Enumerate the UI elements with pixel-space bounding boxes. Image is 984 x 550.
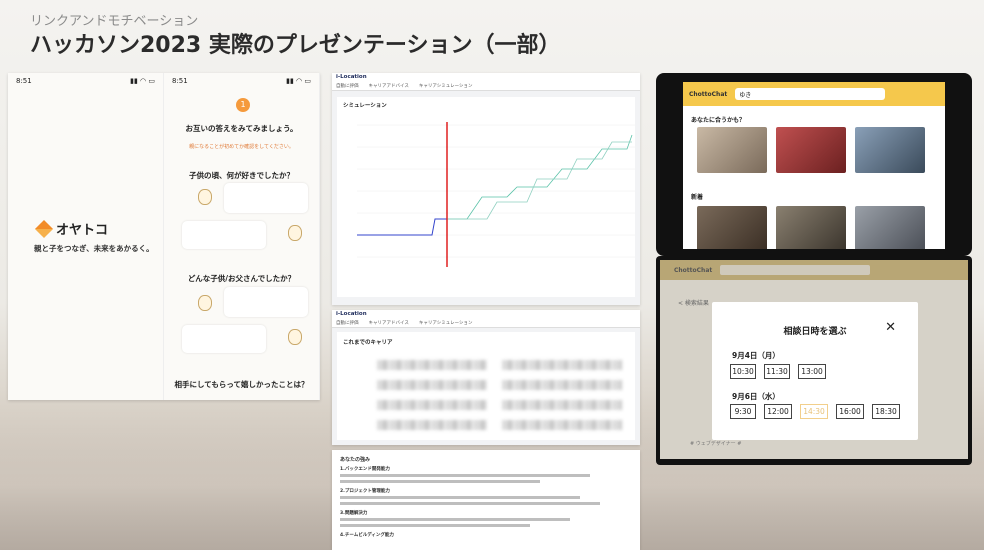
chottochat-logo: ChottoChat [689, 90, 728, 98]
back-link[interactable]: < 検索結果 [678, 298, 709, 307]
ilocation-logo: i-Location [332, 73, 640, 81]
oyatoko-screens: 8:51 ▮▮ ◠ ▭ オヤトコ 親と子をつなぎ、未来をあかるく。 8:51 ▮▮ … [8, 73, 320, 400]
chottochat-header: ChottoChat ゆき [683, 82, 945, 106]
answer-bubble [224, 183, 308, 213]
blurred-row [502, 360, 622, 370]
blurred-row [377, 420, 487, 430]
question-2: どんな子供/お父さんでしたか？ [187, 274, 296, 283]
child-avatar-icon [288, 225, 302, 241]
chottochat-header: ChottoChat [660, 260, 968, 280]
schedule-modal: 相談日時を選ぶ ✕ 9月4日（月） 10:30 11:30 13:00 9月6日… [712, 302, 918, 440]
tab-advice[interactable]: キャリアアドバイス [369, 83, 409, 89]
chottochat-home-screen: ChottoChat ゆき あなたに合うかも？ 新着 [683, 82, 945, 249]
child-avatar-icon [288, 329, 302, 345]
brand-name: オヤトコ [56, 223, 109, 238]
ilocation-logo: i-Location [332, 310, 640, 318]
question-1: 子供の頃、何が好きでしたか？ [189, 171, 294, 180]
text-line [340, 518, 570, 521]
signal-icon: ▮▮ ◠ ▭ [286, 77, 311, 85]
chart-grid [357, 124, 635, 258]
date-label: 9月4日（月） [732, 351, 780, 360]
parent-avatar-icon [198, 295, 212, 311]
tab-advice[interactable]: キャリアアドバイス [369, 320, 409, 326]
mentor-card[interactable] [855, 206, 925, 249]
answer-bubble [182, 221, 266, 249]
ilocation-tabs: 自動に評価 キャリアアドバイス キャリアシミュレーション [332, 318, 640, 328]
tab-simulation[interactable]: キャリアシミュレーション [419, 83, 473, 89]
note-text: 親になることが初めてか確認をしてください。 [189, 144, 294, 150]
footer-tag: # ウェブデザイナー # [690, 441, 742, 447]
blurred-row [377, 380, 487, 390]
blurred-row [502, 400, 622, 410]
time-slot-button[interactable]: 12:00 [764, 404, 792, 419]
step-badge: 1 [236, 98, 250, 112]
intro-text: お互いの答えをみてみましょう。 [185, 124, 298, 133]
time-slot-button[interactable]: 18:30 [872, 404, 900, 419]
text-line [340, 502, 600, 505]
status-time: 8:51 [16, 77, 32, 85]
time-slot-button[interactable]: 9:30 [730, 404, 756, 419]
blurred-row [377, 360, 487, 370]
tab-evaluation[interactable]: 自動に評価 [336, 83, 359, 89]
signal-icon: ▮▮ ◠ ▭ [130, 77, 155, 85]
text-line [340, 480, 540, 483]
strength-heading: 1.バックエンド開発能力 [340, 467, 390, 472]
date-label: 9月6日（水） [732, 392, 780, 401]
docs-title: あなたの強み [340, 457, 371, 463]
question-3: 相手にしてもらって嬉しかったことは？ [174, 380, 309, 389]
ilocation-career-screen: i-Location 自動に評価 キャリアアドバイス キャリアシミュレーション … [332, 310, 640, 445]
chottochat-laptop-bottom: ChottoChat < 検索結果 相談日時を選ぶ ✕ 9月4日（月） 10:3… [656, 256, 972, 465]
chottochat-laptop-top: ChottoChat ゆき あなたに合うかも？ 新着 [656, 73, 972, 256]
strength-heading: 4.チームビルディング能力 [340, 533, 394, 538]
close-icon[interactable]: ✕ [885, 320, 896, 335]
oyatoko-question-screen: 8:51 ▮▮ ◠ ▭ 1 お互いの答えをみてみましょう。 親になることが初めてか… [164, 73, 320, 400]
oyatoko-logo-icon [34, 219, 54, 238]
career-card: これまでのキャリア [337, 332, 635, 440]
status-bar: 8:51 ▮▮ ◠ ▭ [8, 73, 163, 89]
strength-heading: 2.プロジェクト管理能力 [340, 489, 390, 494]
blurred-row [377, 400, 487, 410]
recommend-heading: あなたに合うかも？ [691, 117, 746, 124]
ilocation-tabs: 自動に評価 キャリアアドバイス キャリアシミュレーション [332, 81, 640, 91]
tab-simulation[interactable]: キャリアシミュレーション [419, 320, 473, 326]
strength-heading: 3.問題解決力 [340, 511, 368, 516]
time-slot-button-unavailable: 14:30 [800, 404, 828, 419]
tagline: 親と子をつなぎ、未来をあかるく。 [34, 244, 154, 253]
blurred-row [502, 420, 622, 430]
status-bar: 8:51 ▮▮ ◠ ▭ [164, 73, 319, 89]
text-line [340, 524, 530, 527]
blurred-row [502, 380, 622, 390]
chottochat-logo: ChottoChat [674, 266, 713, 274]
time-slot-button[interactable]: 16:00 [836, 404, 864, 419]
past-career-line [357, 218, 447, 236]
ilocation-simulation-screen: i-Location 自動に評価 キャリアアドバイス キャリアシミュレーション … [332, 73, 640, 305]
answer-bubble [224, 287, 308, 317]
slide-title: ハッカソン2023 実際のプレゼンテーション（一部） [30, 33, 561, 58]
mentor-card[interactable] [776, 206, 846, 249]
time-slot-button[interactable]: 11:30 [764, 364, 790, 379]
simulated-line-a [447, 134, 633, 220]
time-slot-button[interactable]: 13:00 [798, 364, 826, 379]
simulation-card: シミュレーション [337, 97, 635, 297]
mentor-card[interactable] [697, 206, 767, 249]
tab-evaluation[interactable]: 自動に評価 [336, 320, 359, 326]
oyatoko-brand: オヤトコ [34, 219, 109, 238]
mentor-card[interactable] [697, 127, 767, 173]
mentor-card[interactable] [855, 127, 925, 173]
career-title: これまでのキャリア [343, 340, 393, 346]
chottochat-booking-screen: ChottoChat < 検索結果 相談日時を選ぶ ✕ 9月4日（月） 10:3… [660, 260, 968, 459]
answer-bubble [182, 325, 266, 353]
search-input[interactable]: ゆき [735, 88, 886, 100]
ilocation-strengths-doc: あなたの強み 1.バックエンド開発能力 2.プロジェクト管理能力 3.問題解決力… [332, 450, 640, 550]
simulation-chart [357, 122, 635, 267]
oyatoko-splash-screen: 8:51 ▮▮ ◠ ▭ オヤトコ 親と子をつなぎ、未来をあかるく。 [8, 73, 164, 400]
parent-avatar-icon [198, 189, 212, 205]
status-time: 8:51 [172, 77, 188, 85]
mentor-card[interactable] [776, 127, 846, 173]
text-line [340, 496, 580, 499]
text-line [340, 474, 590, 477]
new-heading: 新着 [691, 194, 704, 201]
time-slot-button[interactable]: 10:30 [730, 364, 756, 379]
search-input[interactable] [720, 265, 871, 275]
